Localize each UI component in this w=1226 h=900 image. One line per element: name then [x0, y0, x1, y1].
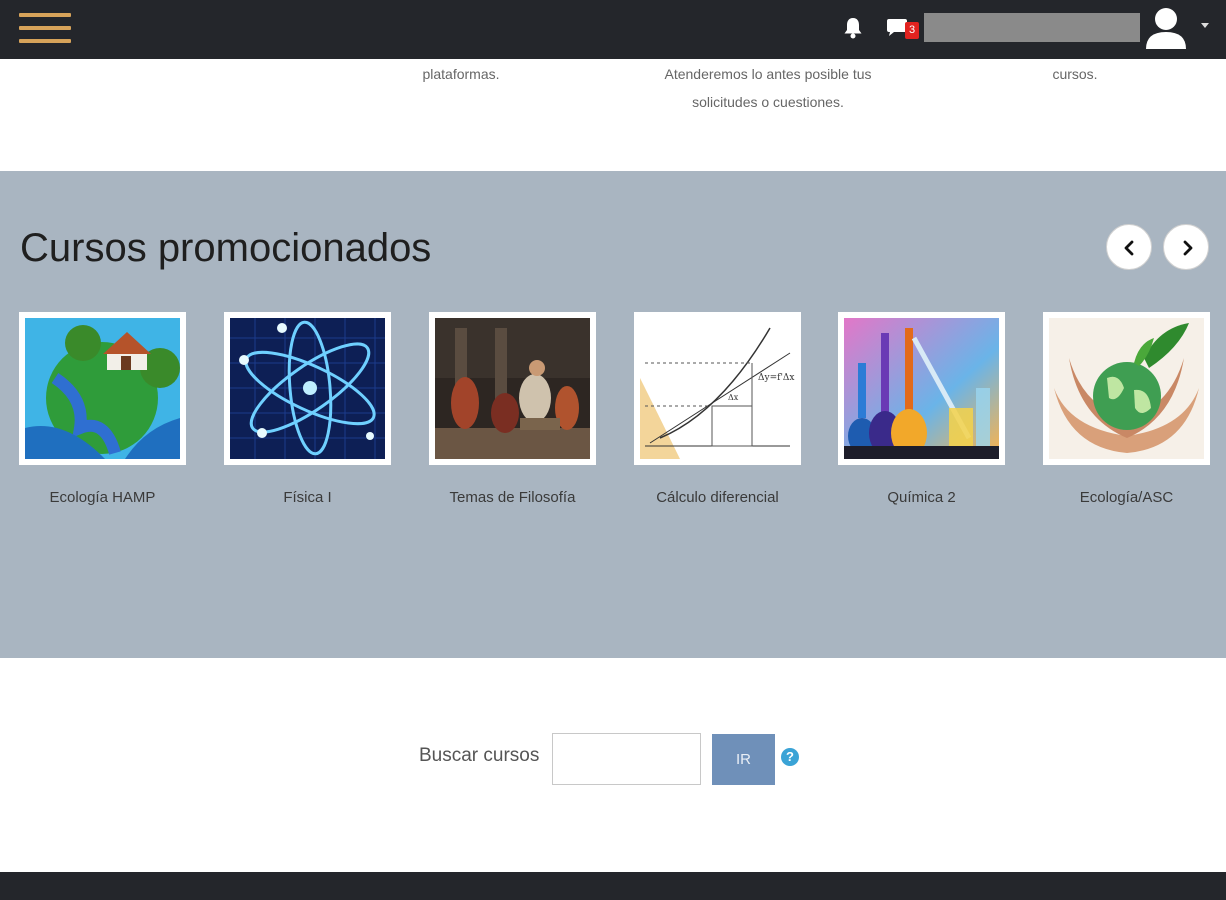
section-title: Cursos promocionados: [20, 226, 432, 270]
user-name-redacted[interactable]: [924, 13, 1140, 42]
course-image[interactable]: [224, 312, 391, 465]
chevron-right-icon: [1183, 240, 1193, 256]
course-image[interactable]: [19, 312, 186, 465]
svg-text:Δx: Δx: [728, 393, 739, 402]
course-name[interactable]: Ecología HAMP: [19, 489, 186, 506]
course-name[interactable]: Ecología/ASC: [1043, 489, 1210, 506]
course-image[interactable]: [838, 312, 1005, 465]
course-image[interactable]: [429, 312, 596, 465]
search-courses-input[interactable]: [552, 733, 701, 785]
svg-text:Δy=f'Δx: Δy=f'Δx: [758, 373, 795, 383]
course-name[interactable]: Cálculo diferencial: [634, 489, 801, 506]
course-name[interactable]: Química 2: [838, 489, 1005, 506]
course-name[interactable]: Temas de Filosofía: [429, 489, 596, 506]
course-card[interactable]: Química 2: [838, 312, 1005, 506]
philosophy-painting: [435, 318, 590, 459]
course-name[interactable]: Física I: [224, 489, 391, 506]
carousel-next-button[interactable]: [1163, 224, 1209, 270]
chevron-left-icon: [1124, 240, 1134, 256]
info-col-1: plataformas.: [361, 60, 561, 88]
carousel-prev-button[interactable]: [1106, 224, 1152, 270]
course-card[interactable]: Temas de Filosofía: [429, 312, 596, 506]
top-navbar: 3: [0, 0, 1226, 59]
earth-ecology-illustration: [25, 318, 180, 459]
info-col-2: Atenderemos lo antes posible tus solicit…: [618, 60, 918, 116]
info-col-2-line1: Atenderemos lo antes posible tus: [664, 66, 872, 82]
footer: [0, 872, 1226, 900]
course-card[interactable]: Física I: [224, 312, 391, 506]
chemistry-flasks-illustration: [844, 318, 999, 459]
course-image[interactable]: Δy=f'Δx Δx: [634, 312, 801, 465]
chevron-down-icon[interactable]: [1201, 23, 1209, 28]
message-count-badge: 3: [905, 22, 919, 39]
info-col-3: cursos.: [1000, 60, 1150, 88]
course-image[interactable]: [1043, 312, 1210, 465]
info-col-3-text: cursos.: [1052, 66, 1098, 82]
search-submit-button[interactable]: IR: [712, 734, 775, 785]
bell-icon[interactable]: [842, 16, 864, 40]
course-card[interactable]: Δy=f'Δx Δx Cálculo diferencial: [634, 312, 801, 506]
info-col-1-text: plataformas.: [422, 66, 500, 82]
user-avatar-icon[interactable]: [1143, 5, 1189, 51]
calculus-graph-illustration: Δy=f'Δx Δx: [640, 318, 795, 459]
hands-holding-earth-illustration: [1049, 318, 1204, 459]
info-col-2-line2: solicitudes o cuestiones.: [692, 94, 844, 110]
search-courses-label: Buscar cursos: [419, 745, 540, 766]
help-icon[interactable]: ?: [781, 748, 799, 766]
course-card[interactable]: Ecología HAMP: [19, 312, 186, 506]
hamburger-menu-icon[interactable]: [19, 13, 71, 43]
atom-illustration: [230, 318, 385, 459]
course-card[interactable]: Ecología/ASC: [1043, 312, 1210, 506]
